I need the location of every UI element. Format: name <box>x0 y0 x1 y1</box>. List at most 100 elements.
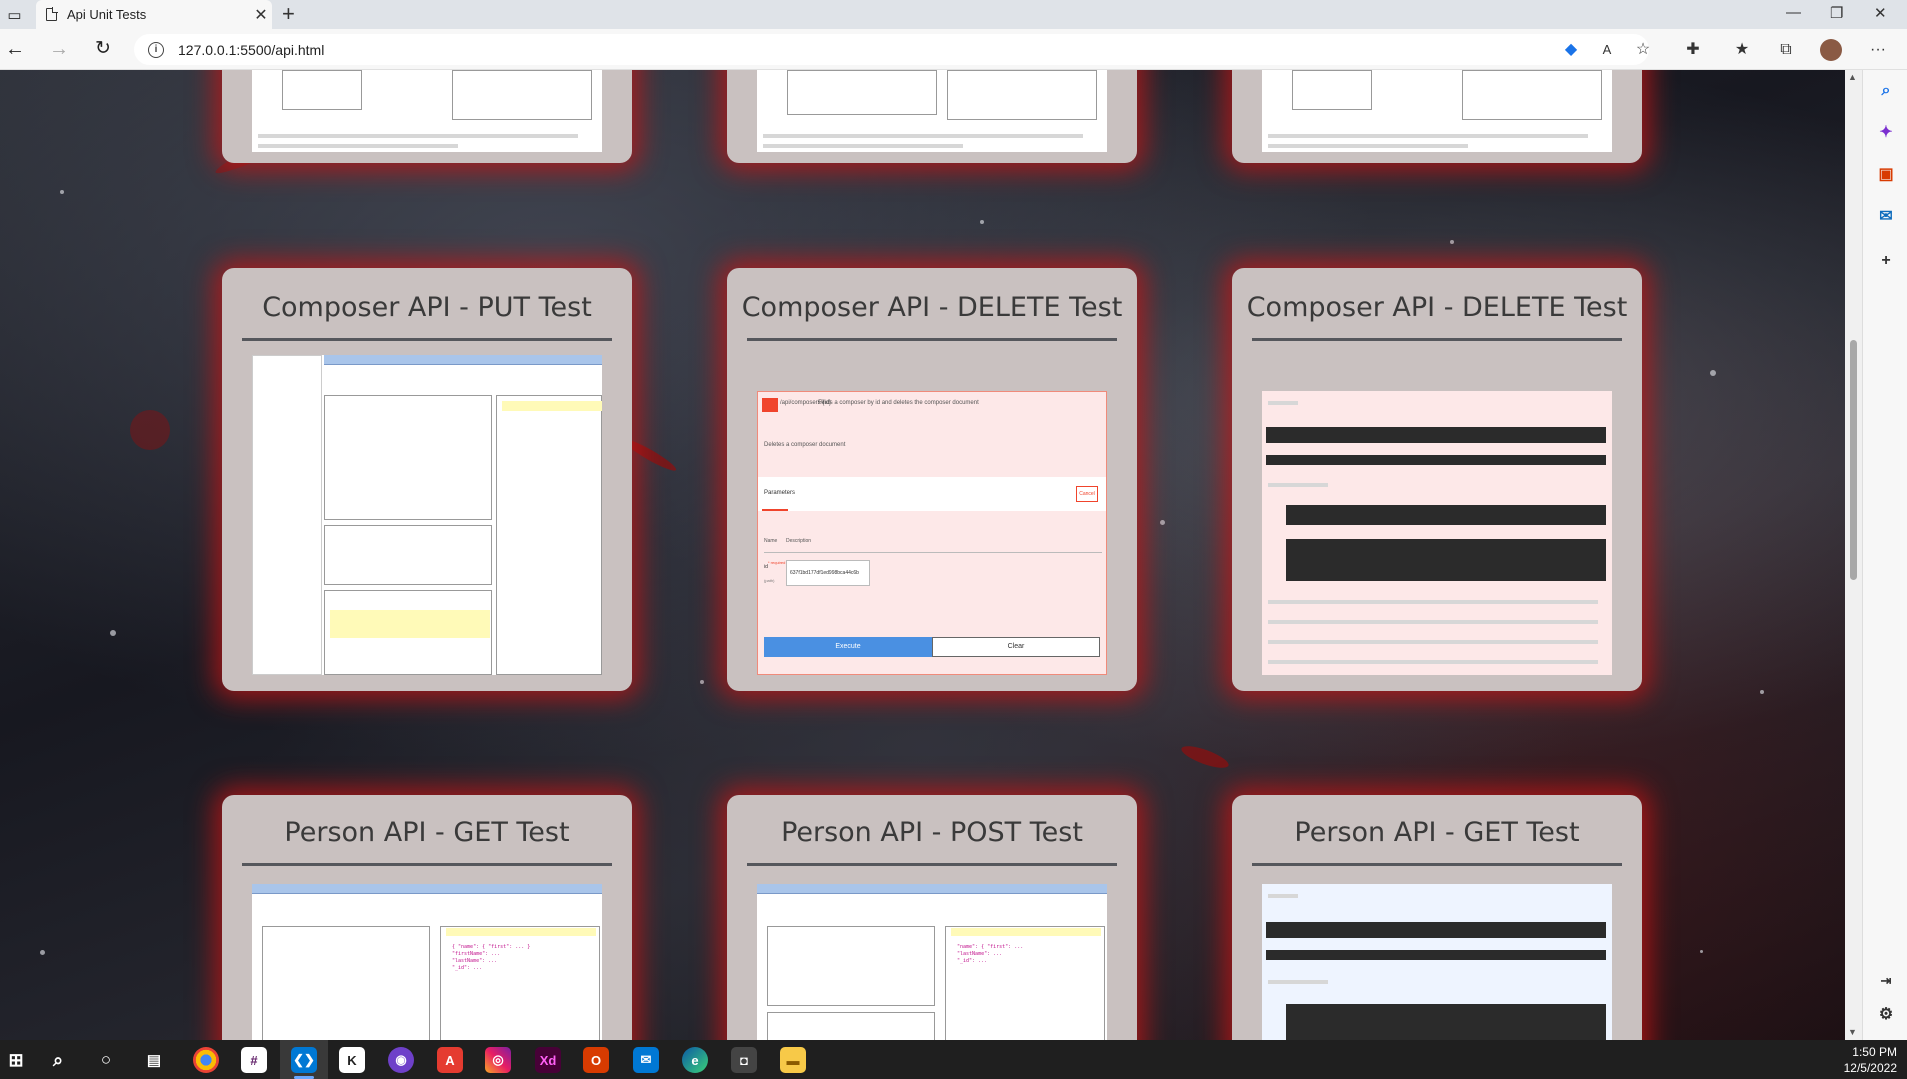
vscode-icon[interactable]: ❮❯ <box>291 1047 317 1073</box>
site-info-icon[interactable]: i <box>148 41 164 58</box>
param-required: * required <box>768 560 786 565</box>
clock-date: 12/5/2022 <box>1843 1061 1897 1075</box>
window-close-icon[interactable]: ✕ <box>1874 4 1887 22</box>
background-speck <box>110 630 116 636</box>
card-composer-delete-1: Composer API - DELETE Test /api/composer… <box>727 268 1137 691</box>
id-input[interactable]: 637f1bd177df1ed998bca44c6b <box>786 560 870 586</box>
page-scrollbar[interactable]: ▲ ▼ <box>1845 70 1862 1040</box>
background-splatter <box>1179 741 1231 773</box>
url-text[interactable]: 127.0.0.1:5500/api.html <box>178 42 324 58</box>
page-icon <box>46 7 58 21</box>
slack-icon[interactable]: # <box>241 1047 267 1073</box>
card-top-1 <box>222 70 632 163</box>
edge-sidebar: ⌕ ✦ ▣ ✉ + ⇥ ⚙ <box>1862 70 1907 1040</box>
hide-sidebar-icon[interactable]: ⇥ <box>1875 970 1897 992</box>
tab-actions-icon[interactable]: ▭ <box>0 0 29 29</box>
cortana-icon[interactable]: ○ <box>93 1047 119 1073</box>
clock-time: 1:50 PM <box>1852 1045 1897 1059</box>
background-speck <box>1760 690 1764 694</box>
col-name: Name <box>764 538 778 544</box>
card-composer-delete-2: Composer API - DELETE Test <box>1232 268 1642 691</box>
windows-logo[interactable]: ⊞ <box>3 1047 29 1073</box>
restore-icon[interactable]: ❐ <box>1830 4 1843 22</box>
title-divider <box>242 863 612 866</box>
kite-icon[interactable]: K <box>339 1047 365 1073</box>
title-divider <box>242 338 612 341</box>
card-person-get-1: Person API - GET Test { "name": { "first… <box>222 795 632 1040</box>
back-icon[interactable]: ← <box>2 37 28 63</box>
browser-tab-bar: ▭ Api Unit Tests ✕ + — ❐ ✕ <box>0 0 1907 29</box>
card-composer-put: Composer API - PUT Test <box>222 268 632 691</box>
system-clock[interactable]: 1:50 PM 12/5/2022 <box>1844 1044 1897 1076</box>
github-icon[interactable]: ◉ <box>388 1047 414 1073</box>
discover-icon[interactable]: ✦ <box>1875 122 1897 144</box>
title-divider <box>1252 863 1622 866</box>
background-speck <box>1450 240 1454 244</box>
background-speck <box>1710 370 1716 376</box>
title-divider <box>747 863 1117 866</box>
title-divider <box>1252 338 1622 341</box>
delete-summary: Finds a composer by id and deletes the c… <box>818 400 979 406</box>
collections-icon[interactable]: ⧉ <box>1775 39 1797 61</box>
address-toolbar: ← → ↻ i 127.0.0.1:5500/api.html ◆ A ☆ ✚ … <box>0 29 1907 70</box>
card-title: Person API - POST Test <box>781 817 1083 848</box>
clear-button[interactable]: Clear <box>932 637 1100 657</box>
col-description: Description <box>786 538 812 544</box>
more-menu-icon[interactable]: ··· <box>1867 39 1889 61</box>
profile-avatar[interactable] <box>1820 39 1842 61</box>
scroll-down-icon[interactable]: ▼ <box>1848 1027 1857 1037</box>
add-favorite-icon[interactable]: ☆ <box>1632 39 1654 61</box>
forward-icon[interactable]: → <box>46 37 72 63</box>
windows-taskbar: ⊞ ⌕ ○ ▤ # ❮❯ K ◉ A ◎ Xd O ✉ e ◘ ▬ 1:50 P… <box>0 1040 1907 1079</box>
edge-icon[interactable]: e <box>682 1047 708 1073</box>
card-title: Composer API - PUT Test <box>262 292 592 323</box>
favorites-icon[interactable]: ★ <box>1731 39 1753 61</box>
outlook-icon[interactable]: ✉ <box>1875 206 1897 228</box>
search-icon[interactable]: ⌕ <box>1875 80 1897 102</box>
background-splatter <box>130 410 170 450</box>
tab-title: Api Unit Tests <box>67 7 147 22</box>
page-viewport: Composer API - PUT Test Composer API - D… <box>0 70 1845 1040</box>
new-tab-button[interactable]: + <box>282 2 295 26</box>
xd-icon[interactable]: Xd <box>535 1047 561 1073</box>
background-speck <box>1160 520 1165 525</box>
office-icon[interactable]: ▣ <box>1875 164 1897 186</box>
refresh-icon[interactable]: ↻ <box>90 37 116 63</box>
card-screenshot: { "name": { "first": ... } "firstName": .… <box>252 884 602 1040</box>
card-top-3 <box>1232 70 1642 163</box>
card-screenshot <box>1262 884 1612 1040</box>
param-type: (path) <box>764 578 775 583</box>
tab-close-icon[interactable]: ✕ <box>250 5 272 25</box>
scroll-up-icon[interactable]: ▲ <box>1848 72 1857 82</box>
address-bar[interactable]: i 127.0.0.1:5500/api.html <box>134 34 1649 65</box>
acrobat-icon[interactable]: A <box>437 1047 463 1073</box>
mail-icon[interactable]: ✉ <box>633 1047 659 1073</box>
execute-button[interactable]: Execute <box>764 637 932 657</box>
delete-description: Deletes a composer document <box>764 442 846 448</box>
card-screenshot <box>252 355 602 675</box>
office-icon[interactable]: O <box>583 1047 609 1073</box>
card-screenshot: "name": { "first": ... "lastName": ... "_i… <box>757 884 1107 1040</box>
card-title: Person API - GET Test <box>1294 817 1580 848</box>
background-speck <box>1700 950 1703 953</box>
cancel-button[interactable]: Cancel <box>1076 486 1098 502</box>
card-screenshot <box>757 70 1107 152</box>
card-screenshot <box>1262 70 1612 152</box>
file-explorer-icon[interactable]: ▬ <box>780 1047 806 1073</box>
camera-icon[interactable]: ◘ <box>731 1047 757 1073</box>
card-person-post: Person API - POST Test "name": { "first"… <box>727 795 1137 1040</box>
search-icon[interactable]: ⌕ <box>45 1047 71 1073</box>
settings-icon[interactable]: ⚙ <box>1875 1004 1897 1026</box>
delete-response-screenshot <box>1262 391 1612 675</box>
scrollbar-thumb[interactable] <box>1850 340 1857 580</box>
minimize-icon[interactable]: — <box>1786 4 1801 21</box>
chrome-icon[interactable] <box>193 1047 219 1073</box>
card-title: Person API - GET Test <box>284 817 570 848</box>
extensions-icon[interactable]: ✚ <box>1682 39 1704 61</box>
read-aloud-icon[interactable]: A <box>1596 39 1618 61</box>
add-sidebar-icon[interactable]: + <box>1875 250 1897 272</box>
task-view-icon[interactable]: ▤ <box>141 1047 167 1073</box>
instagram-icon[interactable]: ◎ <box>485 1047 511 1073</box>
browser-tab[interactable]: Api Unit Tests ✕ <box>36 0 272 29</box>
tag-icon[interactable]: ◆ <box>1560 39 1582 61</box>
